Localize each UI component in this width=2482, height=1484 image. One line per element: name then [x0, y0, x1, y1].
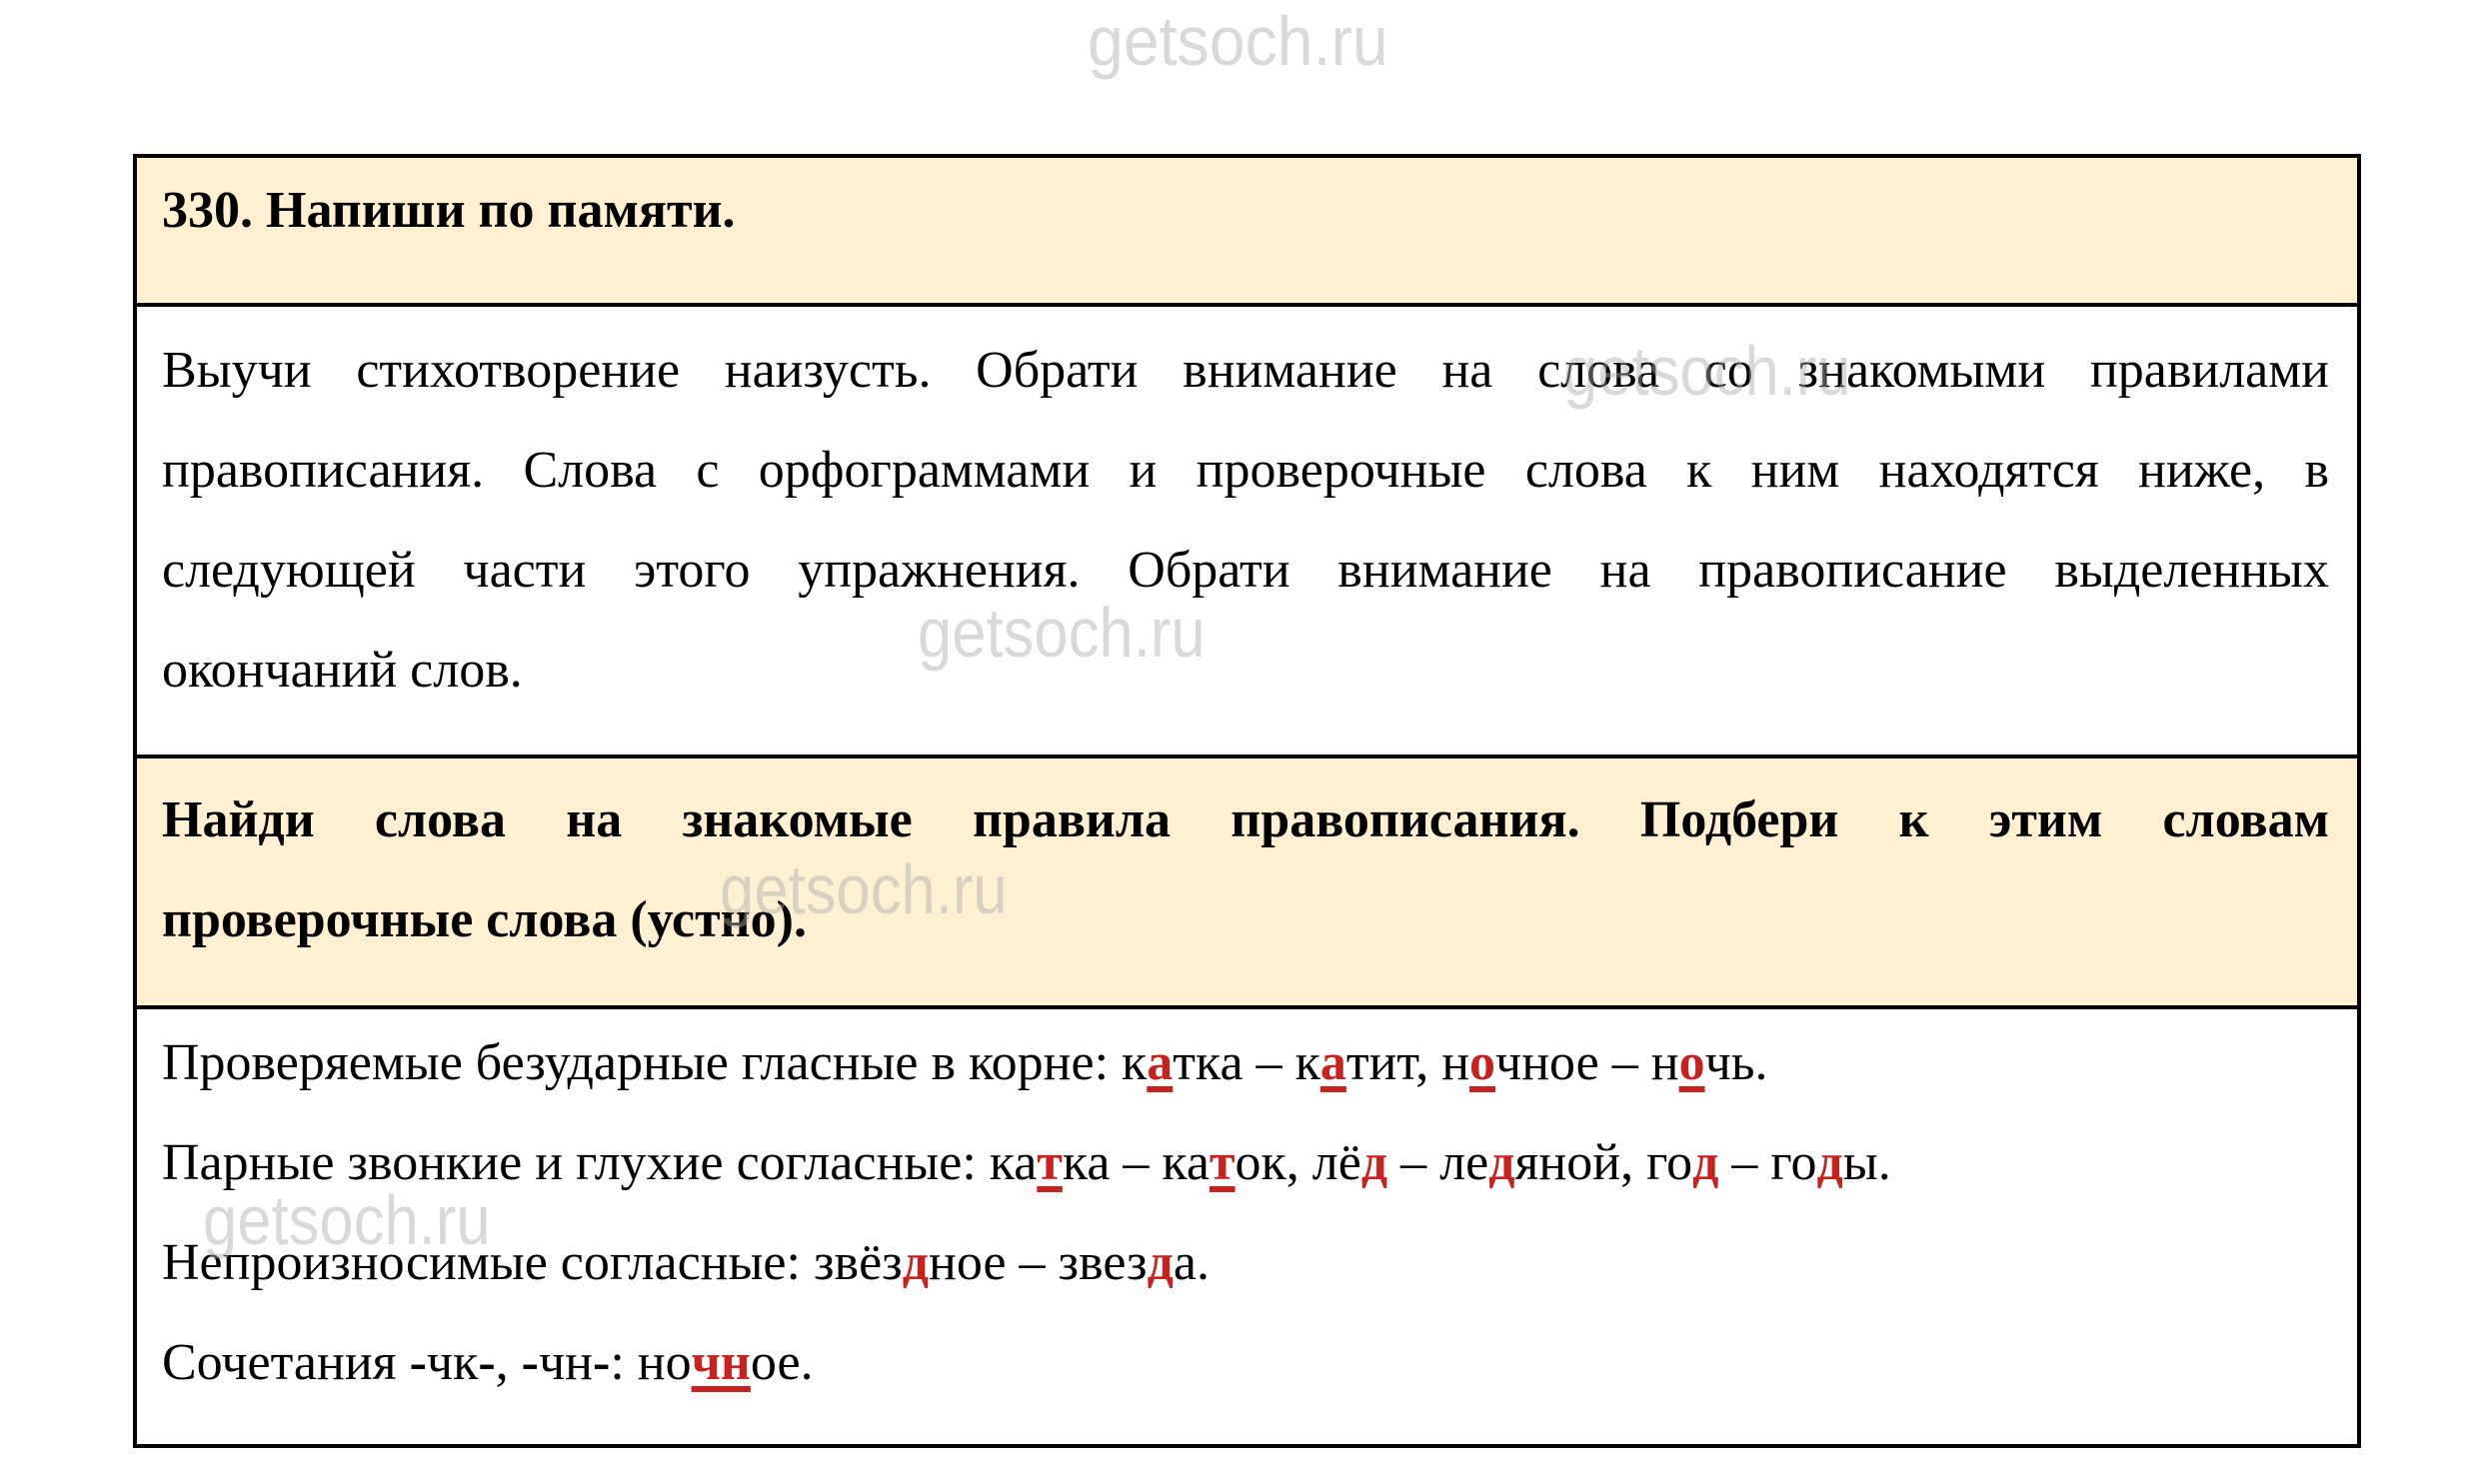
page: getsoch.ru 330. Напиши по памяти. Выучи … [0, 0, 2482, 1484]
answer-examples: звёздное – звезда. [814, 1234, 1210, 1291]
instruction-line: следующей части этого упражнения. Обрати… [162, 542, 2329, 599]
answer-label: Непроизносимые согласные: [162, 1234, 814, 1291]
answer-line: Парные звонкие и глухие согласные: катка… [162, 1113, 2329, 1213]
example-text: : но [610, 1334, 692, 1391]
bold-hyphen: - [478, 1334, 496, 1391]
example-text: звёз [813, 1234, 903, 1291]
highlighted-letter: т [1037, 1134, 1063, 1191]
subtask-row: Найди слова на знакомые правила правопис… [137, 754, 2357, 1005]
example-text: чь. [1704, 1034, 1768, 1091]
instruction-line: окончаний слов. [162, 642, 523, 699]
example-text: – го [1718, 1134, 1817, 1191]
highlighted-letter: а [1319, 1034, 1346, 1091]
exercise-title-row: 330. Напиши по памяти. [137, 158, 2357, 303]
highlighted-letter: д [1488, 1134, 1515, 1191]
highlighted-letter: д [1360, 1134, 1388, 1191]
answer-label: Сочетания [162, 1334, 410, 1391]
answer-examples: -чк-, -чн-: ночное. [410, 1334, 814, 1391]
subtask-line: Найди слова на знакомые правила правопис… [162, 791, 2329, 848]
highlighted-letter: чн [691, 1334, 751, 1391]
example-text: ок, лё [1235, 1134, 1361, 1191]
example-text: чное – н [1495, 1034, 1679, 1091]
example-text: , [495, 1334, 522, 1391]
highlighted-letter: о [1678, 1034, 1705, 1091]
subtask-line: проверочные слова (устно). [162, 891, 807, 948]
instruction-line: правописания. Слова с орфограммами и про… [162, 442, 2329, 499]
example-text: ы. [1842, 1134, 1891, 1191]
highlighted-letter: д [902, 1234, 929, 1291]
bold-hyphen: - [521, 1334, 539, 1391]
example-text: чк [426, 1334, 479, 1391]
answer-label: Парные звонкие и глухие согласные: [162, 1134, 990, 1191]
answer-line: Проверяемые безударные гласные в корне: … [162, 1013, 2329, 1113]
highlighted-letter: д [1692, 1134, 1719, 1191]
answer-label: Проверяемые безударные гласные в корне: [162, 1034, 1123, 1091]
highlighted-letter: т [1210, 1134, 1236, 1191]
example-text: а. [1173, 1234, 1210, 1291]
instruction-text: Выучи стихотворение наизусть. Обрати вни… [162, 321, 2329, 721]
example-text: яной, го [1514, 1134, 1693, 1191]
answer-examples: катка – катит, ночное – ночь. [1122, 1034, 1767, 1091]
example-text: ное – звез [929, 1234, 1148, 1291]
highlighted-letter: о [1469, 1034, 1496, 1091]
example-text: тка – к [1173, 1034, 1320, 1091]
highlighted-letter: д [1816, 1134, 1843, 1191]
instruction-row: Выучи стихотворение наизусть. Обрати вни… [137, 303, 2357, 754]
answer-examples: катка – каток, лёд – ледяной, год – годы… [990, 1134, 1891, 1191]
example-text: к [1122, 1034, 1148, 1091]
example-text: чн [539, 1334, 593, 1391]
example-text: – ле [1387, 1134, 1489, 1191]
highlighted-letter: а [1147, 1034, 1174, 1091]
answer-line: Сочетания -чк-, -чн-: ночное. [162, 1313, 2329, 1413]
example-text: ка – ка [1062, 1134, 1210, 1191]
highlighted-letter: д [1147, 1234, 1174, 1291]
example-text: ое. [750, 1334, 814, 1391]
answer-line: Непроизносимые согласные: звёздное – зве… [162, 1213, 2329, 1313]
example-text: тит, н [1345, 1034, 1470, 1091]
instruction-line: Выучи стихотворение наизусть. Обрати вни… [162, 342, 2329, 399]
subtask-text: Найди слова на знакомые правила правопис… [162, 770, 2329, 970]
exercise-title: 330. Напиши по памяти. [162, 182, 736, 239]
example-text: ка [989, 1134, 1038, 1191]
bold-hyphen: - [592, 1334, 611, 1391]
watermark-top: getsoch.ru [1088, 2, 1388, 80]
answers-row: Проверяемые безударные гласные в корне: … [137, 1005, 2357, 1448]
exercise-table: 330. Напиши по памяти. Выучи стихотворен… [133, 154, 2361, 1448]
answers-list: Проверяемые безударные гласные в корне: … [162, 1013, 2329, 1413]
bold-hyphen: - [409, 1334, 427, 1391]
